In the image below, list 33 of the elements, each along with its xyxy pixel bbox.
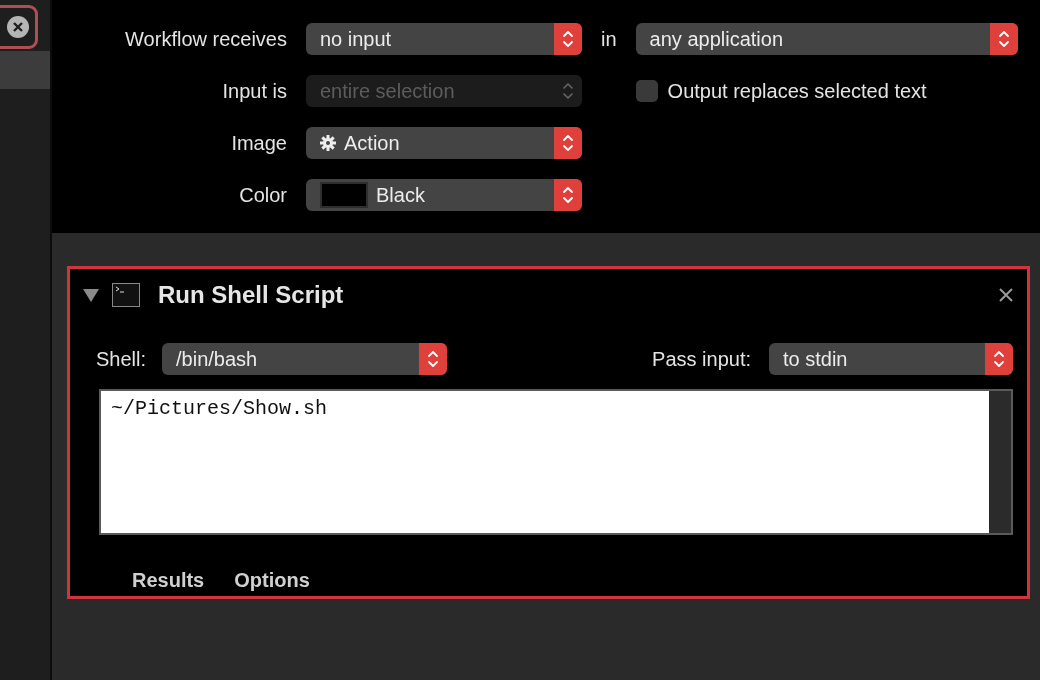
popup-menu[interactable]: no input [306,23,582,55]
field-label: Workflow receives [124,27,287,51]
stepper-icon [562,132,574,154]
close-button[interactable] [0,5,38,49]
popup-menu[interactable]: Action [306,127,582,159]
disclosure-triangle-icon[interactable] [82,287,100,303]
close-icon[interactable] [999,288,1013,302]
color-swatch [320,182,368,208]
stepper-icon [562,80,574,102]
popup-menu[interactable]: /bin/bash [162,343,448,375]
popup-menu[interactable]: any application [635,23,1018,55]
stepper-icon [998,28,1010,50]
field-label: Color [238,183,287,207]
stepper-icon [562,184,574,206]
terminal-icon [112,283,140,307]
field-label: Shell: [96,347,147,371]
tab[interactable]: Options [234,569,310,592]
field-label: Input is [221,79,287,103]
field-label: Image [230,131,287,155]
gear-icon [320,135,336,151]
script-editor[interactable]: ~/Pictures/Show.sh [99,389,1013,535]
stepper-icon [993,348,1005,370]
close-icon [7,16,29,38]
popup-menu[interactable]: to stdin [769,343,1013,375]
field-label: in [601,27,617,51]
popup-menu[interactable]: Black [306,179,582,211]
stepper-icon [562,28,574,50]
field-label: Pass input: [652,347,751,371]
action-title: Run Shell Script [158,281,345,309]
checkbox-label: Output replaces selected text [667,79,927,103]
tab[interactable]: Results [132,569,205,592]
stepper-icon [427,348,440,370]
checkbox[interactable] [635,80,658,102]
